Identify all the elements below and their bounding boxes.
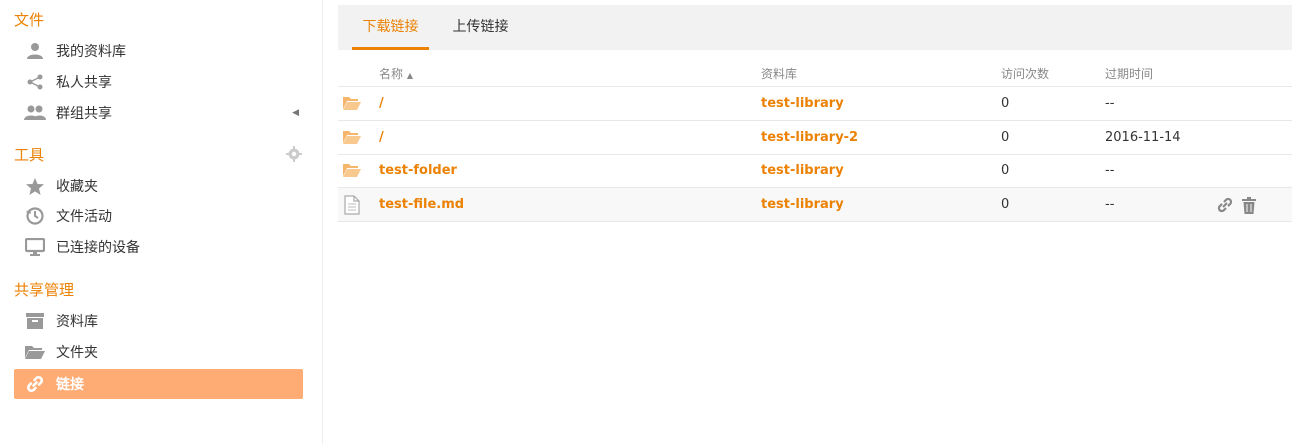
sidebar-item-label: 收藏夹: [56, 179, 98, 195]
caret-left-icon[interactable]: ◀: [292, 108, 299, 118]
expire-date: --: [1105, 197, 1115, 212]
sidebar-item-share-folders[interactable]: 文件夹: [14, 337, 303, 367]
folder-icon: [342, 162, 362, 182]
table-row[interactable]: / test-library 0 --: [338, 87, 1292, 121]
tab-bar: 下载链接 上传链接: [338, 5, 1292, 50]
folder-open-icon: [14, 343, 56, 361]
share-link-name[interactable]: /: [379, 121, 384, 154]
sidebar-item-devices[interactable]: 已连接的设备: [14, 232, 303, 262]
monitor-icon: [14, 237, 56, 257]
tab-upload-links[interactable]: 上传链接: [442, 5, 519, 50]
sort-asc-icon: ▲: [406, 71, 413, 80]
share-link-name[interactable]: test-folder: [379, 154, 457, 187]
sidebar-item-label: 我的资料库: [56, 44, 126, 60]
sidebar-item-starred[interactable]: 收藏夹: [14, 171, 303, 201]
share-link-name[interactable]: test-file.md: [379, 188, 464, 221]
row-operations: [1216, 196, 1256, 218]
sidebar-item-share-links[interactable]: 链接: [14, 369, 303, 399]
sidebar: 文件 我的资料库 私人共享 群组共享 ◀ 工具 收藏夹 文件活动 已连接的设备 …: [0, 0, 323, 444]
link-icon: [14, 374, 56, 394]
library-name[interactable]: test-library: [761, 154, 844, 187]
library-name[interactable]: test-library: [761, 87, 844, 120]
tab-download-links[interactable]: 下载链接: [352, 5, 429, 50]
sidebar-item-label: 文件夹: [56, 345, 98, 361]
visit-count: 0: [1001, 163, 1010, 178]
sidebar-item-private-share[interactable]: 私人共享: [14, 67, 303, 97]
table-header: 名称 ▲ 资料库 访问次数 过期时间: [338, 62, 1292, 87]
expire-date: --: [1105, 163, 1115, 178]
folder-icon: [342, 95, 362, 115]
sidebar-item-label: 已连接的设备: [56, 240, 140, 256]
gear-icon[interactable]: [286, 146, 302, 166]
main-content: 下载链接 上传链接 名称 ▲ 资料库 访问次数 过期时间 / test-libr…: [338, 5, 1292, 222]
link-icon[interactable]: [1216, 196, 1234, 218]
star-icon: [14, 177, 56, 196]
sidebar-item-label: 文件活动: [56, 209, 112, 225]
sidebar-item-group-share[interactable]: 群组共享 ◀: [14, 98, 303, 128]
sidebar-item-label: 私人共享: [56, 75, 112, 91]
trash-icon[interactable]: [1242, 196, 1256, 218]
archive-icon: [14, 312, 56, 330]
file-icon: [344, 195, 360, 219]
sidebar-item-activities[interactable]: 文件活动: [14, 201, 303, 231]
visit-count: 0: [1001, 130, 1010, 145]
table-row[interactable]: test-folder test-library 0 --: [338, 154, 1292, 188]
section-title-share-admin: 共享管理: [14, 281, 75, 299]
column-header-name[interactable]: 名称 ▲: [379, 62, 413, 88]
group-icon: [14, 104, 56, 122]
column-header-visits: 访问次数: [1001, 67, 1050, 81]
table-row[interactable]: / test-library-2 0 2016-11-14: [338, 121, 1292, 155]
expire-date: --: [1105, 96, 1115, 111]
column-header-expire: 过期时间: [1105, 67, 1154, 81]
library-name[interactable]: test-library-2: [761, 121, 858, 154]
section-title-files: 文件: [14, 11, 45, 29]
library-name[interactable]: test-library: [761, 188, 844, 221]
history-icon: [14, 206, 56, 226]
table-row[interactable]: test-file.md test-library 0 --: [338, 188, 1292, 222]
expire-date: 2016-11-14: [1105, 130, 1181, 145]
visit-count: 0: [1001, 197, 1010, 212]
sidebar-item-label: 群组共享: [56, 106, 112, 122]
sidebar-item-label: 资料库: [56, 314, 98, 330]
folder-icon: [342, 129, 362, 149]
share-icon: [14, 73, 56, 91]
sidebar-item-label: 链接: [56, 377, 84, 393]
sidebar-item-my-libraries[interactable]: 我的资料库: [14, 36, 303, 66]
column-header-library: 资料库: [761, 67, 798, 81]
user-icon: [14, 42, 56, 60]
section-title-tools: 工具: [14, 146, 45, 164]
sidebar-item-share-libraries[interactable]: 资料库: [14, 306, 303, 336]
share-link-name[interactable]: /: [379, 87, 384, 120]
visit-count: 0: [1001, 96, 1010, 111]
